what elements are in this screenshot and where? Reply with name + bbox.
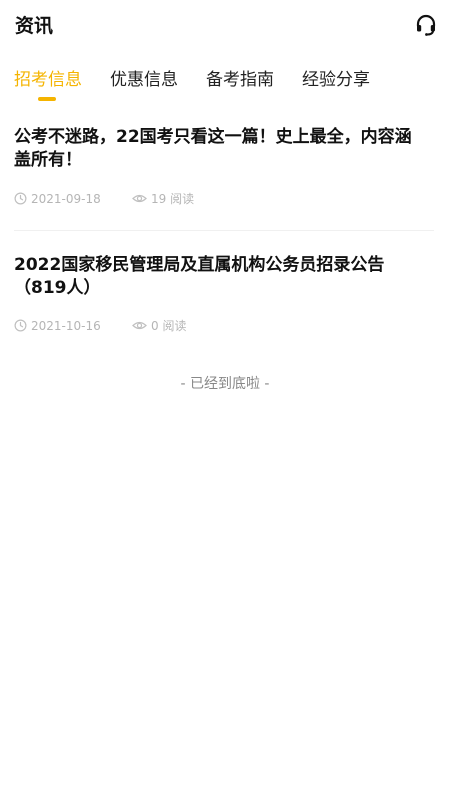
tab-discount-info[interactable]: 优惠信息	[110, 68, 178, 92]
active-tab-indicator	[38, 97, 56, 101]
publish-date: 2021-10-16	[14, 317, 101, 335]
eye-icon	[132, 194, 147, 203]
headset-icon	[416, 14, 436, 36]
divider	[14, 230, 434, 231]
eye-icon	[132, 321, 147, 330]
clock-icon	[14, 192, 27, 205]
article-title: 公考不迷路，22国考只看这一篇！史上最全，内容涵 盖所有！	[14, 126, 434, 172]
category-tabs: 招考信息 优惠信息 备考指南 经验分享	[0, 60, 450, 104]
article-title-line: 盖所有！	[14, 150, 82, 170]
read-count: 0 阅读	[132, 317, 186, 335]
customer-service-button[interactable]	[414, 13, 438, 37]
tab-exam-guide[interactable]: 备考指南	[206, 68, 274, 92]
clock-icon	[14, 319, 27, 332]
publish-date-text: 2021-09-18	[31, 192, 101, 206]
article-item[interactable]: 公考不迷路，22国考只看这一篇！史上最全，内容涵 盖所有！ 2021-09-18…	[14, 126, 434, 216]
end-of-list-text: - 已经到底啦 -	[180, 376, 270, 392]
article-meta: 2021-10-16 0 阅读	[14, 317, 434, 335]
tab-recruitment-info[interactable]: 招考信息	[14, 68, 82, 92]
read-count-text: 0 阅读	[151, 319, 187, 333]
article-item[interactable]: 2022国家移民管理局及直属机构公务员招录公告 （819人） 2021-10-1…	[14, 254, 434, 344]
publish-date-text: 2021-10-16	[31, 319, 101, 333]
article-meta: 2021-09-18 19 阅读	[14, 190, 434, 208]
page-title: 资讯	[15, 15, 54, 37]
publish-date: 2021-09-18	[14, 190, 101, 208]
article-title-line: 2022国家移民管理局及直属机构公务员招录公告	[14, 255, 385, 275]
article-title: 2022国家移民管理局及直属机构公务员招录公告 （819人）	[14, 254, 434, 300]
article-title-line: 公考不迷路，22国考只看这一篇！史上最全，内容涵	[14, 127, 412, 147]
header-bar: 资讯	[0, 0, 450, 54]
tab-experience-sharing[interactable]: 经验分享	[302, 68, 370, 92]
read-count: 19 阅读	[132, 190, 194, 208]
article-title-line: （819人）	[14, 278, 101, 298]
read-count-text: 19 阅读	[151, 192, 195, 206]
